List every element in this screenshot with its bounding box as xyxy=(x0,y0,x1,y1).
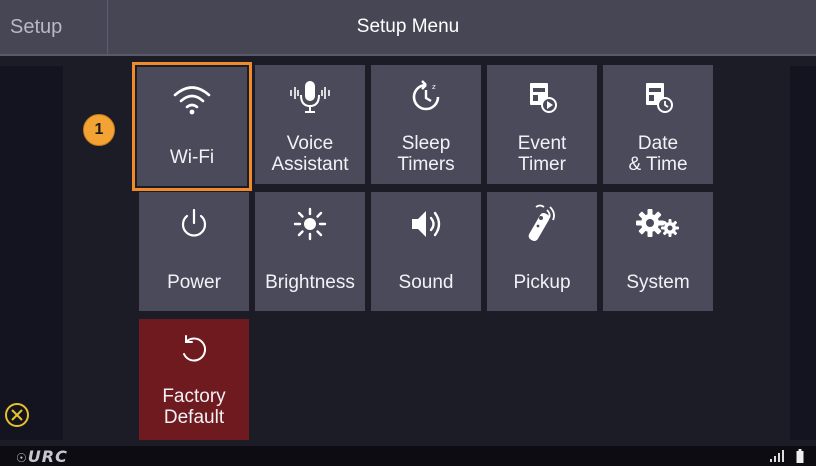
brightness-icon xyxy=(255,206,365,242)
battery-icon xyxy=(796,449,804,463)
tile-sleep-timers[interactable]: z Sleep Timers xyxy=(371,65,481,184)
sleep-timer-icon: z xyxy=(371,79,481,115)
tile-label: Sound xyxy=(398,272,454,293)
tile-wifi[interactable]: Wi-Fi xyxy=(132,62,252,191)
wifi-icon xyxy=(137,81,247,117)
date-time-icon xyxy=(603,79,713,115)
tile-label: Sleep Timers xyxy=(397,133,455,175)
tile-label: Factory Default xyxy=(162,386,226,428)
reset-icon xyxy=(139,331,249,367)
tile-factory-default[interactable]: Factory Default xyxy=(139,319,249,440)
tile-label: Voice Assistant xyxy=(271,133,349,175)
signal-icon xyxy=(770,450,784,462)
tile-label: Date & Time xyxy=(628,133,688,175)
power-icon xyxy=(139,206,249,242)
tile-voice-assistant[interactable]: Voice Assistant xyxy=(255,65,365,184)
urc-logo: ☉URC xyxy=(16,447,68,466)
tile-sound[interactable]: Sound xyxy=(371,192,481,311)
left-side-panel xyxy=(0,66,63,440)
callout-badge: 1 xyxy=(83,114,115,146)
tile-label: Power xyxy=(167,272,221,293)
right-side-panel xyxy=(790,66,816,440)
tile-label: Event Timer xyxy=(517,133,567,175)
tile-label: Wi-Fi xyxy=(169,147,215,168)
tile-power[interactable]: Power xyxy=(139,192,249,311)
tile-label: Brightness xyxy=(265,272,355,293)
close-icon xyxy=(11,409,23,421)
event-timer-icon xyxy=(487,79,597,115)
page-title: Setup Menu xyxy=(356,16,460,37)
tile-label: System xyxy=(626,272,690,293)
speaker-icon xyxy=(371,206,481,242)
tile-event-timer[interactable]: Event Timer xyxy=(487,65,597,184)
status-bar: ☉URC xyxy=(0,446,816,466)
tile-system[interactable]: System xyxy=(603,192,713,311)
close-button[interactable] xyxy=(5,403,29,427)
tile-date-time[interactable]: Date & Time xyxy=(603,65,713,184)
tile-brightness[interactable]: Brightness xyxy=(255,192,365,311)
logo-text: URC xyxy=(27,447,68,466)
header-bar: Setup Setup Menu xyxy=(0,0,816,56)
tile-label: Pickup xyxy=(513,272,571,293)
tile-pickup[interactable]: Pickup xyxy=(487,192,597,311)
svg-text:z: z xyxy=(432,83,436,91)
remote-pickup-icon xyxy=(487,204,597,242)
microphone-icon xyxy=(255,79,365,115)
gears-icon xyxy=(603,206,713,242)
remote-screen: Setup Setup Menu Wi-Fi Voice Assistant z… xyxy=(0,0,816,466)
